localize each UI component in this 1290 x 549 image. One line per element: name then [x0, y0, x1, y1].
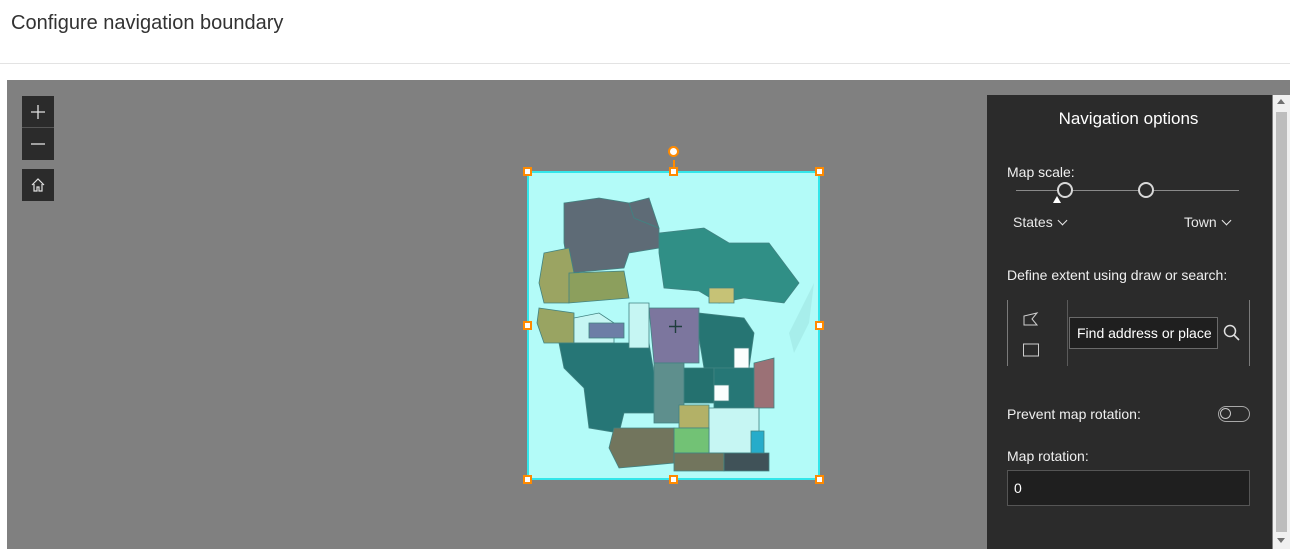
minus-icon — [31, 143, 45, 145]
map-rotation-label: Map rotation: — [1007, 448, 1089, 464]
min-scale-value: States — [1013, 214, 1053, 230]
panel-title: Navigation options — [1058, 109, 1199, 128]
map-scale-label: Map scale: — [1007, 164, 1075, 180]
page-header: Configure navigation boundary — [0, 0, 1290, 64]
panel-scrollbar[interactable] — [1273, 95, 1290, 549]
extent-tools: Find address or place — [1007, 300, 1250, 366]
search-icon[interactable] — [1222, 323, 1242, 343]
draw-tools — [1008, 300, 1068, 366]
search-input[interactable]: Find address or place — [1069, 317, 1218, 349]
navigation-boundary[interactable] — [527, 171, 820, 480]
resize-handle-ne[interactable] — [815, 167, 824, 176]
min-scale-dropdown[interactable]: States — [1013, 214, 1068, 230]
polygon-icon[interactable] — [1022, 311, 1040, 327]
max-scale-value: Town — [1184, 214, 1217, 230]
crosshair-icon — [669, 320, 682, 333]
scroll-down-icon[interactable] — [1277, 538, 1285, 543]
map-scale-max-thumb[interactable] — [1138, 182, 1154, 198]
prevent-rotation-toggle[interactable] — [1218, 406, 1250, 422]
resize-handle-e[interactable] — [815, 321, 824, 330]
scroll-thumb[interactable] — [1276, 112, 1287, 532]
rotation-handle[interactable] — [668, 146, 679, 157]
map-view[interactable]: Navigation options Map scale: States Tow… — [7, 80, 1290, 549]
extent-label: Define extent using draw or search: — [1007, 267, 1228, 283]
resize-handle-s[interactable] — [669, 475, 678, 484]
plus-icon — [31, 104, 45, 119]
resize-handle-sw[interactable] — [523, 475, 532, 484]
toggle-knob — [1220, 408, 1231, 419]
resize-handle-se[interactable] — [815, 475, 824, 484]
chevron-down-icon — [1057, 215, 1068, 225]
scroll-up-icon[interactable] — [1277, 99, 1285, 104]
resize-handle-w[interactable] — [523, 321, 532, 330]
page-title: Configure navigation boundary — [11, 12, 284, 34]
navigation-options-panel: Navigation options Map scale: States Tow… — [987, 95, 1272, 549]
max-scale-dropdown[interactable]: Town — [1184, 214, 1232, 230]
home-icon — [31, 178, 45, 192]
home-button[interactable] — [22, 169, 54, 201]
prevent-rotation-label: Prevent map rotation: — [1007, 406, 1141, 422]
resize-handle-n[interactable] — [669, 167, 678, 176]
resize-handle-nw[interactable] — [523, 167, 532, 176]
zoom-controls — [22, 96, 54, 160]
map-rotation-input[interactable]: 0 — [1007, 470, 1250, 506]
current-scale-marker — [1053, 196, 1061, 203]
zoom-out-button[interactable] — [22, 128, 54, 160]
map-scale-slider-track[interactable] — [1016, 190, 1239, 191]
rectangle-icon[interactable] — [1022, 342, 1040, 358]
zoom-in-button[interactable] — [22, 96, 54, 128]
chevron-down-icon — [1221, 215, 1232, 225]
